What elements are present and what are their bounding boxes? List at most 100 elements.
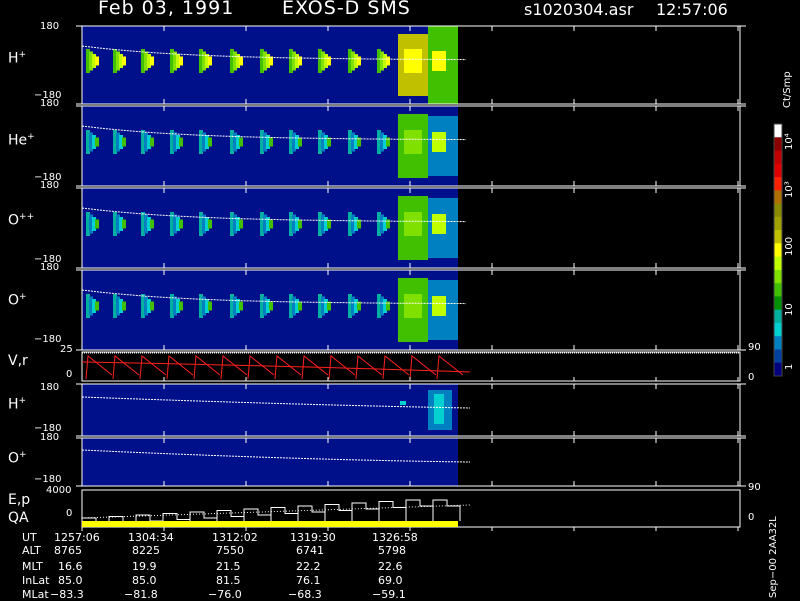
spectrogram-cell <box>179 56 183 66</box>
energy-trend-line <box>81 504 471 519</box>
colorbar-tick-10: 10 <box>784 303 795 316</box>
spectrogram-cell <box>386 56 390 66</box>
vr-right-bottom: 0 <box>748 372 755 383</box>
table-cell: −76.0 <box>208 588 242 601</box>
mission-name: EXOS-D SMS <box>282 0 411 19</box>
spectrogram-cell <box>150 137 154 147</box>
colorbar-tick-10000: 10⁴ <box>784 133 795 150</box>
spectrogram-cell <box>95 301 99 311</box>
table-cell: 1304:34 <box>128 531 174 544</box>
spectrogram-cell <box>122 56 126 66</box>
colorbar-segment <box>774 269 782 284</box>
spectrogram-cell <box>298 137 302 147</box>
vr-velocity-trace <box>85 355 464 380</box>
table-cell: 76.1 <box>296 574 321 587</box>
processing-stamp: Sep−00 2AA32L <box>768 516 779 598</box>
spectrogram-cell <box>208 137 212 147</box>
spectrogram-cell <box>400 401 406 405</box>
plot-date: Feb 03, 1991 <box>98 0 235 19</box>
colorbar-segment <box>774 177 782 191</box>
spectrogram-cell <box>122 219 126 229</box>
file-time: 12:57:06 <box>656 0 728 19</box>
spectrogram-cell <box>298 301 302 311</box>
table-cell: 1257:06 <box>54 531 100 544</box>
table-cell: −68.3 <box>288 588 322 601</box>
table-cell: 1326:58 <box>372 531 418 544</box>
table-cell: 7550 <box>216 544 244 557</box>
table-cell: −81.8 <box>124 588 158 601</box>
spectrogram-cell <box>239 219 243 229</box>
spectrogram-cell <box>269 301 273 311</box>
spectrogram-cell <box>208 219 212 229</box>
colorbar-segment <box>774 124 782 138</box>
spectrogram-cell <box>404 130 422 154</box>
panel-label-o-plus-2: O+ <box>8 450 27 467</box>
panel-label-o-plus-plus: O++ <box>8 212 35 229</box>
spectrogram-cell <box>432 51 446 71</box>
colorbar-title: Ct/Smp <box>782 71 793 108</box>
spectrogram-cell <box>150 301 154 311</box>
table-cell: 69.0 <box>378 574 403 587</box>
file-name: s1020304.asr <box>524 0 634 19</box>
spectrogram-cell <box>432 132 446 152</box>
spectrogram-cell <box>95 56 99 66</box>
row-label-inlat: InLat <box>22 574 50 587</box>
colorbar-segment <box>774 322 782 337</box>
spectrogram-cell <box>269 137 273 147</box>
colorbar-segment <box>774 150 782 165</box>
colorbar-segment <box>774 296 782 311</box>
spectrogram-cell <box>432 214 446 234</box>
o2-ymin: −180 <box>34 474 62 485</box>
colorbar-segment <box>774 256 782 271</box>
panel-label-vr: V,r <box>8 353 28 369</box>
spectrogram-cell <box>179 301 183 311</box>
panel-ymax-1: 180 <box>40 21 60 32</box>
colorbar-segment <box>774 309 782 324</box>
spectrogram-cell <box>432 296 446 316</box>
spectrogram-cell <box>357 56 361 66</box>
panel-label-he-plus: He+ <box>8 132 35 149</box>
table-cell: 1319:30 <box>290 531 336 544</box>
spectrogram-cell <box>208 56 212 66</box>
vr-ymin: 0 <box>66 369 73 380</box>
spectrogram-cell <box>179 219 183 229</box>
h2-ymax: 180 <box>40 382 60 393</box>
panel-label-h-plus-2: H+ <box>8 396 27 413</box>
spectrogram-cell <box>404 212 422 236</box>
panel-label-ep: E,p <box>8 492 31 508</box>
spectrogram-cell <box>327 56 331 66</box>
colorbar-segment <box>774 137 782 152</box>
row-label-ut: UT <box>22 531 37 544</box>
table-cell: 19.9 <box>132 560 157 573</box>
spectrogram-cell <box>239 56 243 66</box>
ep-ymax: 4000 <box>46 485 72 496</box>
table-cell: 8225 <box>132 544 160 557</box>
panel-label-h-plus: H+ <box>8 50 27 67</box>
colorbar-segment <box>774 230 782 244</box>
colorbar-segment <box>774 336 782 350</box>
spectrogram-cell <box>179 137 183 147</box>
colorbar-segment <box>774 243 782 258</box>
table-cell: 22.2 <box>296 560 321 573</box>
table-cell: 1312:02 <box>212 531 258 544</box>
spectrogram-cell <box>404 294 422 318</box>
o2-ymax: 180 <box>40 432 60 443</box>
spectrogram-cell <box>95 219 99 229</box>
spectrogram-cell <box>239 137 243 147</box>
spectrogram-cell <box>122 301 126 311</box>
spectrogram-cell <box>208 301 212 311</box>
exos-d-sms-plot <box>76 25 783 531</box>
table-cell: 8765 <box>54 544 82 557</box>
spectrogram-cell <box>150 56 154 66</box>
panel-label-o-plus: O+ <box>8 292 27 309</box>
vr-right-top: 90 <box>748 342 761 353</box>
colorbar-tick-1000: 10³ <box>784 181 795 198</box>
spectrogram-cell <box>269 219 273 229</box>
qa-bar <box>82 521 458 527</box>
table-cell: 22.6 <box>378 560 403 573</box>
colorbar-segment <box>774 203 782 218</box>
table-cell: 6741 <box>296 544 324 557</box>
table-cell: 5798 <box>378 544 406 557</box>
table-cell: 85.0 <box>58 574 83 587</box>
colorbar-segment <box>774 163 782 178</box>
